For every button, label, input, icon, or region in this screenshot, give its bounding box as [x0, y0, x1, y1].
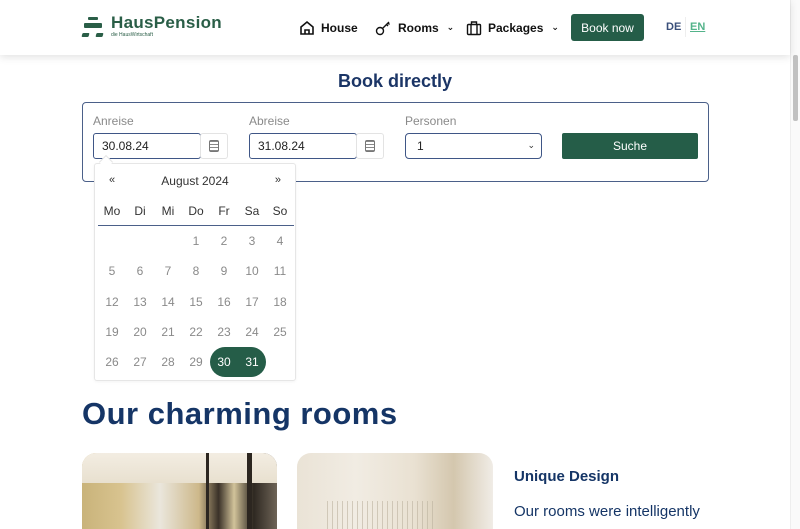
arrival-date-input[interactable]: 30.08.24	[93, 133, 201, 159]
room-image[interactable]	[82, 453, 277, 529]
calendar-day[interactable]: 24	[238, 317, 266, 347]
calendar-day[interactable]: 30	[210, 347, 238, 378]
calendar-day[interactable]: 9	[210, 256, 238, 286]
calendar-day[interactable]: 13	[126, 287, 154, 317]
calendar-day[interactable]: 5	[98, 256, 126, 286]
calendar-empty-cell	[154, 226, 182, 256]
calendar-empty-cell	[98, 226, 126, 256]
language-de[interactable]: DE	[666, 21, 681, 33]
calendar-week: 5 6 7 8 9 10 11	[98, 256, 294, 286]
calendar-icon	[209, 140, 219, 152]
calendar-empty-cell	[126, 226, 154, 256]
persons-value: 1	[417, 139, 424, 153]
departure-calendar-button[interactable]	[356, 133, 384, 159]
calendar-day[interactable]: 26	[98, 347, 126, 377]
calendar-icon	[365, 140, 375, 152]
weekday-header: Do	[188, 204, 204, 218]
weekday-header: Mi	[161, 204, 175, 218]
weekday-header: So	[272, 204, 288, 218]
chevron-down-icon: ⌄	[551, 22, 559, 32]
calendar-day[interactable]: 29	[182, 347, 210, 377]
weekday-header: Sa	[244, 204, 260, 218]
search-button[interactable]: Suche	[562, 133, 698, 159]
logo-icon	[81, 15, 104, 39]
nav-item-rooms[interactable]: Rooms ⌄	[375, 0, 454, 55]
calendar-day[interactable]: 8	[182, 256, 210, 286]
calendar-week: 26 27 28 29 30 31	[98, 347, 294, 378]
language-divider	[685, 17, 686, 37]
language-en[interactable]: EN	[690, 21, 705, 33]
calendar-day[interactable]: 28	[154, 347, 182, 377]
next-month-button[interactable]: »	[275, 174, 281, 186]
page-scrollbar[interactable]	[790, 0, 800, 529]
weekday-header: Mo	[103, 204, 121, 218]
suitcase-icon	[466, 20, 482, 36]
persons-label: Personen	[405, 114, 457, 128]
calendar-day[interactable]: 4	[266, 226, 294, 256]
calendar-day[interactable]: 6	[126, 256, 154, 286]
datepicker: « August 2024 » Mo Di Mi Do Fr Sa So 123456789…	[94, 163, 296, 381]
key-icon	[375, 20, 392, 36]
chevron-down-icon: ⌄	[527, 140, 535, 150]
weekday-header: Di	[134, 204, 146, 218]
calendar-day[interactable]: 15	[182, 287, 210, 317]
calendar-day[interactable]: 20	[126, 317, 154, 347]
persons-select[interactable]: 1 ⌄	[405, 133, 542, 159]
room-image[interactable]	[297, 453, 493, 529]
calendar-day[interactable]: 18	[266, 287, 294, 317]
calendar-grid: Mo Di Mi Do Fr Sa So 1 2 3 4 5 6 7 8 9 10 11 12 13 14 15 16 17…	[98, 196, 294, 378]
site-header: HausPension die HausWirtschaft House Roo…	[0, 0, 790, 55]
book-now-button[interactable]: Book now	[571, 14, 644, 41]
nav-item-packages[interactable]: Packages ⌄	[466, 0, 559, 55]
logo-tagline: die HausWirtschaft	[111, 32, 153, 38]
calendar-day[interactable]: 16	[210, 287, 238, 317]
feature-text: Our rooms were intelligently	[514, 503, 700, 520]
nav-item-house[interactable]: House	[299, 0, 358, 55]
calendar-day[interactable]: 19	[98, 317, 126, 347]
calendar-day[interactable]: 1	[182, 226, 210, 256]
calendar-week: 19 20 21 22 23 24 25	[98, 317, 294, 347]
feature-title: Unique Design	[514, 468, 620, 485]
month-label: August 2024	[161, 174, 229, 188]
calendar-day[interactable]: 11	[266, 256, 294, 286]
nav-label-packages: Packages	[488, 20, 544, 35]
calendar-day[interactable]: 10	[238, 256, 266, 286]
logo-name: HausPension	[111, 13, 222, 32]
booking-title: Book directly	[337, 71, 453, 91]
calendar-week: 1234	[98, 226, 294, 256]
calendar-day[interactable]: 17	[238, 287, 266, 317]
calendar-day[interactable]: 27	[126, 347, 154, 377]
chevron-down-icon: ⌄	[446, 22, 455, 32]
logo[interactable]: HausPension die HausWirtschaft	[81, 13, 222, 39]
arrival-calendar-button[interactable]	[200, 133, 228, 159]
rooms-title: Our charming rooms	[82, 396, 398, 431]
weekday-header: Fr	[218, 204, 230, 218]
departure-label: Abreise	[249, 114, 290, 128]
calendar-empty-cell	[266, 347, 294, 377]
calendar-day[interactable]: 12	[98, 287, 126, 317]
house-icon	[299, 20, 315, 36]
calendar-day[interactable]: 23	[210, 317, 238, 347]
calendar-week: 12 13 14 15 16 17 18	[98, 287, 294, 317]
arrival-label: Anreise	[93, 114, 134, 128]
calendar-day[interactable]: 22	[182, 317, 210, 347]
scrollbar-thumb[interactable]	[793, 55, 798, 121]
calendar-day[interactable]: 2	[210, 226, 238, 256]
calendar-day[interactable]: 25	[266, 317, 294, 347]
nav-label-house: House	[321, 20, 358, 35]
departure-date-input[interactable]: 31.08.24	[249, 133, 357, 159]
nav-label-rooms: Rooms	[398, 20, 439, 35]
calendar-day[interactable]: 14	[154, 287, 182, 317]
calendar-day[interactable]: 7	[154, 256, 182, 286]
calendar-day[interactable]: 3	[238, 226, 266, 256]
calendar-day[interactable]: 21	[154, 317, 182, 347]
calendar-day[interactable]: 31	[238, 347, 266, 378]
